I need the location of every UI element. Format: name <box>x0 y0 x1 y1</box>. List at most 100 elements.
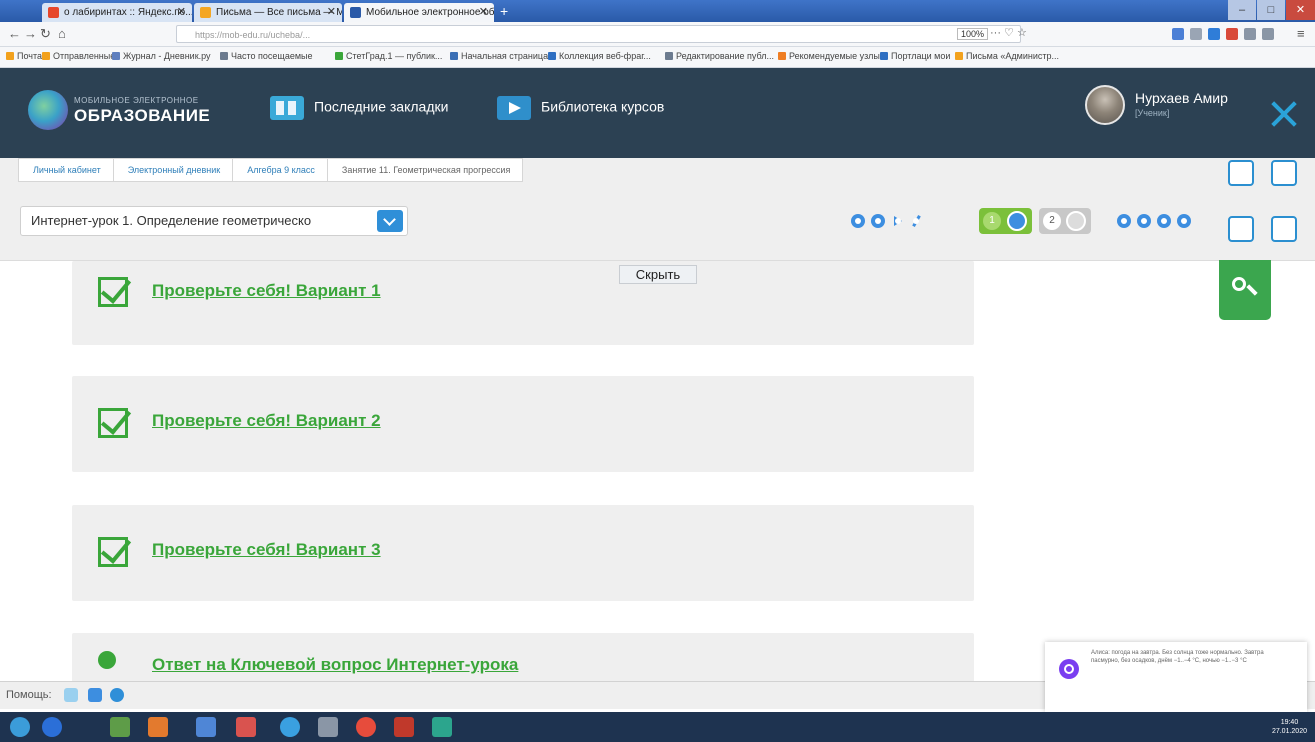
list-item: Проверьте себя! Вариант 2 <box>72 376 974 472</box>
notes-icon[interactable] <box>1228 160 1254 186</box>
close-window-button[interactable]: ✕ <box>1286 0 1315 20</box>
forward-icon[interactable]: → <box>24 26 37 41</box>
step-active-indicator <box>1007 211 1027 231</box>
browser-tab-mob-edu[interactable]: Мобильное электронное обр... ✕ <box>344 3 494 22</box>
bookmark-item[interactable]: Рекомендуемые узлы <box>778 51 880 61</box>
card-title-link[interactable]: Проверьте себя! Вариант 3 <box>152 540 381 560</box>
chat-icon[interactable] <box>1271 216 1297 242</box>
tools-icon[interactable] <box>64 688 78 702</box>
breadcrumb-item[interactable]: Электронный дневник <box>112 158 234 182</box>
sidebar-icon[interactable] <box>1244 28 1256 40</box>
new-tab-button[interactable]: + <box>500 3 508 20</box>
user-name[interactable]: Нурхаев Амир <box>1135 90 1228 106</box>
notification-popup[interactable]: Алиса: погода на завтра. Без солнца тоже… <box>1045 642 1307 712</box>
maximize-window-button[interactable]: □ <box>1257 0 1285 20</box>
bookmark-item[interactable]: Часто посещаемые <box>220 51 313 61</box>
bookmark-item[interactable]: Журнал - Дневник.ру <box>112 51 211 61</box>
checkbox-check-icon <box>98 277 128 307</box>
start-icon[interactable] <box>10 717 30 737</box>
card-title-link[interactable]: Ответ на Ключевой вопрос Интернет-урока <box>152 655 518 675</box>
dot-icon[interactable] <box>1157 214 1171 228</box>
dot-icon[interactable] <box>1177 214 1191 228</box>
bookmark-item[interactable]: Почта <box>6 51 42 61</box>
calculator-icon[interactable] <box>1228 216 1254 242</box>
browser-tab-bar: о лабиринтах :: Яндекс.по... ✕ Письма — … <box>0 0 1315 22</box>
avatar[interactable] <box>1085 85 1125 125</box>
browser-tab-yandex[interactable]: о лабиринтах :: Яндекс.по... ✕ <box>42 3 192 22</box>
close-tab-icon[interactable]: ✕ <box>479 3 488 22</box>
recent-bookmarks-button[interactable]: Последние закладки <box>270 96 448 120</box>
step-2-button[interactable]: 2 <box>1039 208 1091 234</box>
app-icon[interactable] <box>236 717 256 737</box>
alice-assistant-icon <box>1059 659 1079 679</box>
bookmark-item[interactable]: Редактирование публ... <box>665 51 774 61</box>
tab-label: Письма — Все письма — Mо... <box>216 7 342 18</box>
app-icon[interactable] <box>432 717 452 737</box>
rewind-icon[interactable] <box>851 214 865 228</box>
app-icon[interactable] <box>42 717 62 737</box>
info-icon[interactable] <box>110 688 124 702</box>
user-help-icon[interactable] <box>88 688 102 702</box>
bookmark-item[interactable]: Портлаци мои <box>880 51 950 61</box>
extension-icon[interactable] <box>1262 28 1274 40</box>
lesson-toolbar: Личный кабинет Электронный дневник Алгеб… <box>0 158 1315 261</box>
back-icon[interactable]: ← <box>8 26 21 41</box>
edit-pencil-icon[interactable] <box>909 214 923 228</box>
address-text: https://mob-edu.ru/ucheba/... <box>195 30 311 40</box>
bookmark-item[interactable]: Коллекция веб-фраг... <box>548 51 651 61</box>
dot-icon[interactable] <box>1137 214 1151 228</box>
checkbox-check-icon <box>98 537 128 567</box>
mail-icon <box>200 7 211 18</box>
bookmark-item[interactable]: Начальная страница <box>450 51 548 61</box>
firefox-icon[interactable] <box>148 717 168 737</box>
library-icon[interactable] <box>1190 28 1202 40</box>
page-actions-icon[interactable]: ··· ♡ ☆ <box>990 26 1027 39</box>
chevron-down-icon[interactable] <box>377 210 403 232</box>
yandex-icon <box>48 7 59 18</box>
recent-bookmarks-label: Последние закладки <box>314 98 449 115</box>
app-icon[interactable] <box>110 717 130 737</box>
extension-icon[interactable] <box>1208 28 1220 40</box>
help-label: Помощь: <box>6 689 52 701</box>
bookmark-item[interactable]: Отправленные <box>42 51 115 61</box>
breadcrumb-item[interactable]: Личный кабинет <box>18 158 114 182</box>
home-icon[interactable]: ⌂ <box>58 26 66 41</box>
system-clock[interactable]: 19:40 27.01.2020 <box>1272 718 1307 736</box>
lesson-select[interactable]: Интернет-урок 1. Определение геометричес… <box>20 206 408 236</box>
key-icon[interactable] <box>1219 260 1271 320</box>
course-library-button[interactable]: Библиотека курсов <box>497 96 664 120</box>
card-title-link[interactable]: Проверьте себя! Вариант 1 <box>152 281 381 301</box>
app-icon[interactable] <box>318 717 338 737</box>
breadcrumb-item[interactable]: Алгебра 9 класс <box>232 158 328 182</box>
previous-icon[interactable] <box>871 214 885 228</box>
bookmark-item[interactable]: Письма «Администр... <box>955 51 1059 61</box>
hide-button[interactable]: Скрыть <box>619 265 697 284</box>
close-tab-icon[interactable]: ✕ <box>177 3 186 22</box>
reload-icon[interactable]: ↻ <box>40 26 51 42</box>
extension-icon[interactable] <box>1226 28 1238 40</box>
card-title-link[interactable]: Проверьте себя! Вариант 2 <box>152 411 381 431</box>
menu-icon[interactable]: ≡ <box>1297 26 1305 41</box>
close-tab-icon[interactable]: ✕ <box>327 3 336 22</box>
bookmarks-book-icon <box>270 96 304 120</box>
app-icon[interactable] <box>280 717 300 737</box>
windows-taskbar: 19:40 27.01.2020 <box>0 712 1315 742</box>
step-number: 2 <box>1043 212 1061 230</box>
app-icon[interactable] <box>196 717 216 737</box>
zoom-level[interactable]: 100% <box>957 28 989 40</box>
dot-icon[interactable] <box>1117 214 1131 228</box>
bookmark-item[interactable]: СтетГрад.1 — публик... <box>335 51 442 61</box>
calendar-icon[interactable] <box>1271 160 1297 186</box>
yandex-browser-icon[interactable] <box>356 717 376 737</box>
bookmarks-bar: Почта Отправленные Журнал - Дневник.ру Ч… <box>0 47 1315 68</box>
acrobat-icon[interactable] <box>394 717 414 737</box>
extension-icon[interactable] <box>1172 28 1184 40</box>
play-icon[interactable] <box>891 214 905 228</box>
minimize-window-button[interactable]: – <box>1228 0 1256 20</box>
step-1-button[interactable]: 1 <box>979 208 1032 234</box>
browser-nav-bar: ← → ↻ ⌂ https://mob-edu.ru/ucheba/... 10… <box>0 22 1315 47</box>
video-play-icon <box>497 96 531 120</box>
address-bar[interactable]: https://mob-edu.ru/ucheba/... <box>176 25 1021 43</box>
close-icon[interactable] <box>1253 68 1315 158</box>
browser-tab-mail[interactable]: Письма — Все письма — Mо... ✕ <box>194 3 342 22</box>
